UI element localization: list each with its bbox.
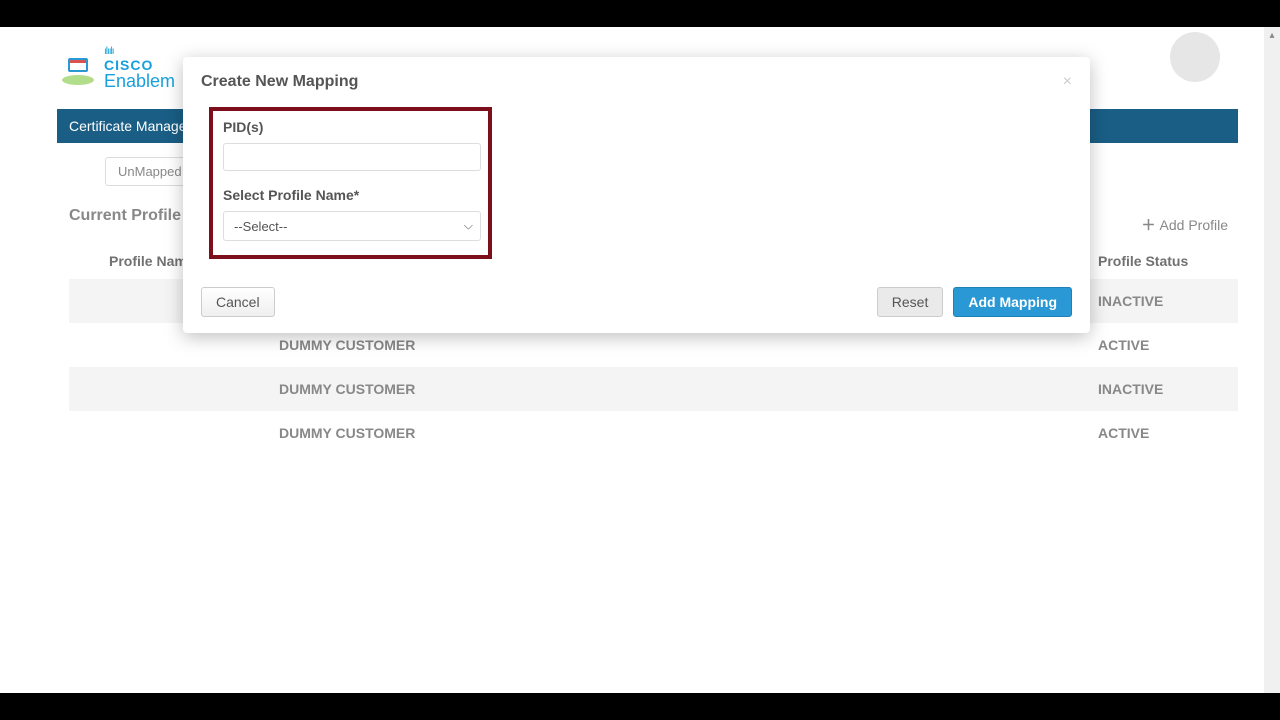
reset-button[interactable]: Reset <box>877 287 944 317</box>
letterbox-top <box>0 0 1280 27</box>
profile-select[interactable]: --Select-- <box>223 211 481 241</box>
scrollbar[interactable]: ▴ <box>1264 27 1280 693</box>
add-mapping-button[interactable]: Add Mapping <box>953 287 1072 317</box>
highlight-box: PID(s) Select Profile Name* --Select-- ⌵ <box>209 107 492 259</box>
letterbox-bottom <box>0 693 1280 720</box>
create-mapping-modal: Create New Mapping × PID(s) Select Profi… <box>183 57 1090 333</box>
pid-field-group: PID(s) <box>223 119 478 171</box>
profile-label: Select Profile Name* <box>223 187 478 203</box>
modal-backdrop: Create New Mapping × PID(s) Select Profi… <box>0 27 1280 693</box>
profile-select-wrap: --Select-- ⌵ <box>223 211 481 241</box>
modal-header: Create New Mapping × <box>183 57 1090 101</box>
cancel-button[interactable]: Cancel <box>201 287 275 317</box>
pid-input[interactable] <box>223 143 481 171</box>
close-icon[interactable]: × <box>1063 73 1072 91</box>
pid-label: PID(s) <box>223 119 478 135</box>
footer-right: Reset Add Mapping <box>877 287 1072 317</box>
modal-body: PID(s) Select Profile Name* --Select-- ⌵ <box>183 101 1090 277</box>
scroll-up-icon[interactable]: ▴ <box>1264 27 1280 43</box>
modal-title: Create New Mapping <box>201 73 358 91</box>
app-container: ılıılı CISCO Enablem Certificate Managem… <box>0 27 1280 693</box>
modal-footer: Cancel Reset Add Mapping <box>183 277 1090 333</box>
profile-field-group: Select Profile Name* --Select-- ⌵ <box>223 187 478 241</box>
